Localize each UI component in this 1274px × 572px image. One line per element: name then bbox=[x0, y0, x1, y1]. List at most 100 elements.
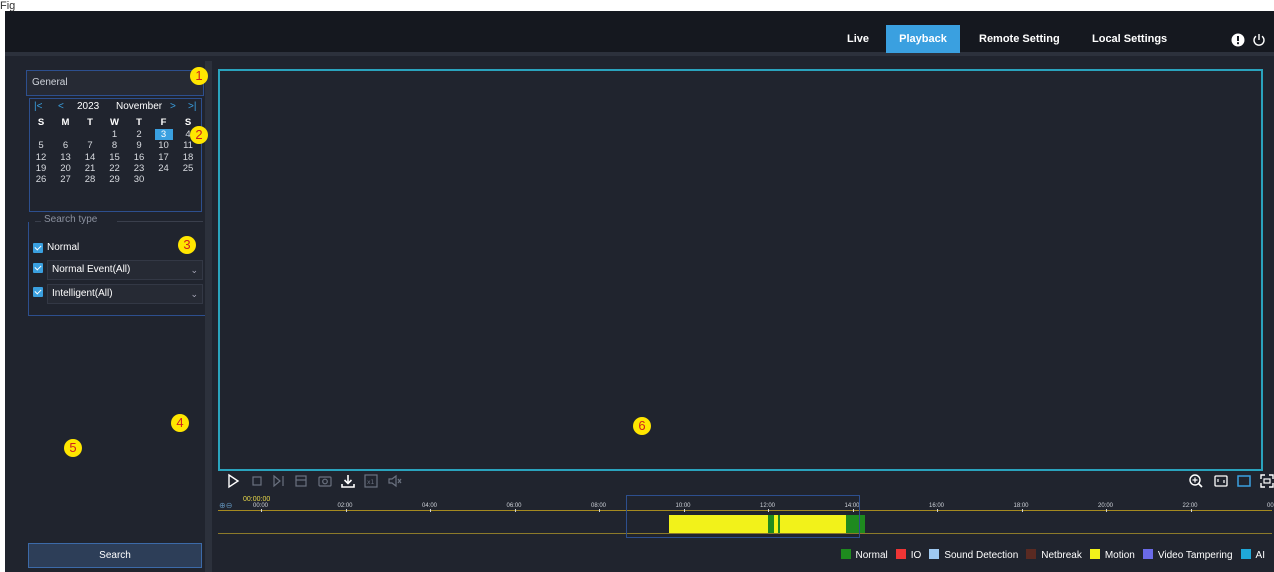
intelligent-checkbox[interactable] bbox=[33, 287, 43, 297]
prev-month-icon[interactable]: < bbox=[58, 101, 64, 112]
search-type-group: Search type Normal Normal Event(All) ⌄ I… bbox=[28, 214, 206, 316]
legend-item: Netbreak bbox=[1026, 549, 1082, 561]
prev-year-icon[interactable]: |< bbox=[34, 101, 42, 112]
timeline-tick-mark bbox=[261, 509, 262, 512]
legend-item: IO bbox=[895, 549, 922, 561]
legend-swatch bbox=[1026, 549, 1037, 559]
window-icon[interactable] bbox=[1236, 473, 1252, 489]
legend-label: Motion bbox=[1104, 550, 1135, 561]
weekday-header: W bbox=[110, 117, 119, 128]
calendar-day[interactable]: 17 bbox=[155, 152, 173, 163]
legend-label: Normal bbox=[855, 550, 888, 561]
legend-swatch bbox=[840, 549, 851, 559]
calendar-day[interactable]: 26 bbox=[32, 174, 50, 185]
mute-icon[interactable] bbox=[387, 473, 403, 489]
tab-local-settings[interactable]: Local Settings bbox=[1092, 25, 1172, 53]
intelligent-select[interactable]: Intelligent(All) ⌄ bbox=[47, 284, 203, 304]
legend-swatch bbox=[895, 549, 906, 559]
playback-timeline[interactable]: ⊕⊖ 00:00:00 00:00 02:00 04:00 06:00 08:00 10:… bbox=[218, 493, 1274, 572]
calendar-day[interactable]: 30 bbox=[130, 174, 148, 185]
next-year-icon[interactable]: >| bbox=[188, 101, 196, 112]
calendar-day[interactable]: 28 bbox=[81, 174, 99, 185]
calendar-day[interactable]: 6 bbox=[57, 140, 75, 151]
calendar-day[interactable]: 8 bbox=[106, 140, 124, 151]
recording-type-legend: Normal IO Sound Detection Netbreak Motion Vid… bbox=[833, 549, 1265, 563]
fullscreen-icon[interactable] bbox=[1259, 473, 1274, 489]
normal-event-select[interactable]: Normal Event(All) ⌄ bbox=[47, 260, 203, 280]
calendar-day[interactable]: 27 bbox=[57, 174, 75, 185]
tab-live[interactable]: Live bbox=[847, 25, 877, 53]
calendar-day[interactable]: 25 bbox=[179, 163, 197, 174]
zoom-out-icon[interactable]: ⊖ bbox=[226, 501, 233, 510]
timeline-tick-mark bbox=[1021, 509, 1023, 512]
weekday-header: M bbox=[61, 117, 70, 128]
weekday-header: T bbox=[87, 117, 93, 128]
weekday-header: F bbox=[160, 117, 167, 128]
general-selector[interactable]: General bbox=[26, 70, 204, 96]
timeline-tick-mark bbox=[937, 509, 938, 512]
next-month-icon[interactable]: > bbox=[170, 101, 176, 112]
calendar-day[interactable]: 12 bbox=[32, 152, 50, 163]
calendar-day[interactable]: 1 bbox=[106, 129, 124, 140]
weekday-header: S bbox=[37, 117, 45, 128]
search-type-title: Search type bbox=[41, 214, 101, 225]
tab-playback[interactable]: Playback bbox=[886, 25, 960, 53]
legend-swatch bbox=[1240, 549, 1251, 559]
calendar-day[interactable]: 29 bbox=[106, 174, 124, 185]
snapshot-icon[interactable] bbox=[317, 473, 333, 489]
legend-swatch bbox=[1142, 549, 1153, 559]
chevron-down-icon: ⌄ bbox=[190, 265, 198, 275]
normal-event-checkbox[interactable] bbox=[33, 263, 43, 273]
calendar-day[interactable]: 22 bbox=[106, 163, 124, 174]
calendar-day[interactable]: 15 bbox=[106, 152, 124, 163]
legend-label: IO bbox=[910, 550, 922, 561]
calendar-day[interactable]: 9 bbox=[130, 140, 148, 151]
next-frame-icon[interactable] bbox=[271, 473, 287, 489]
calendar-day[interactable]: 21 bbox=[81, 163, 99, 174]
timeline-tick-mark bbox=[1190, 509, 1192, 512]
download-icon[interactable] bbox=[340, 473, 356, 489]
calendar-year: 2023 bbox=[77, 101, 100, 112]
svg-text:x1: x1 bbox=[367, 479, 375, 486]
power-icon[interactable] bbox=[1252, 33, 1266, 47]
legend-label: AI bbox=[1255, 550, 1265, 561]
calendar-day[interactable]: 18 bbox=[179, 152, 197, 163]
aspect-icon[interactable] bbox=[1213, 473, 1229, 489]
tab-remote-setting[interactable]: Remote Setting bbox=[979, 25, 1069, 53]
callout-5: 5 bbox=[64, 439, 82, 457]
timeline-tick-mark bbox=[430, 509, 431, 512]
calendar-day[interactable]: 10 bbox=[155, 140, 173, 151]
calendar-day[interactable]: 14 bbox=[81, 152, 99, 163]
legend-label: Netbreak bbox=[1041, 550, 1082, 561]
calendar-day[interactable]: 16 bbox=[130, 152, 148, 163]
calendar-day[interactable]: 5 bbox=[32, 140, 50, 151]
zoom-in-icon[interactable] bbox=[1188, 473, 1204, 489]
calendar-day[interactable]: 7 bbox=[81, 140, 99, 151]
calendar-day[interactable]: 20 bbox=[57, 163, 75, 174]
calendar-header: |< < 2023 November > >| bbox=[30, 101, 201, 115]
timeline-selection bbox=[626, 495, 860, 538]
divider bbox=[117, 221, 203, 222]
calendar-day[interactable]: 2 bbox=[130, 129, 148, 140]
timeline-tick-mark bbox=[514, 509, 516, 512]
video-player[interactable] bbox=[218, 69, 1263, 471]
legend-swatch bbox=[929, 549, 940, 559]
clip-icon[interactable] bbox=[294, 473, 310, 489]
calendar-day[interactable]: 23 bbox=[130, 163, 148, 174]
calendar-day[interactable]: 13 bbox=[57, 152, 75, 163]
search-button[interactable]: Search bbox=[28, 543, 202, 568]
alert-icon[interactable] bbox=[1231, 33, 1245, 47]
normal-event-value: Normal Event(All) bbox=[52, 264, 131, 275]
search-sidebar: General |< < 2023 November > >| SMTWTFS1… bbox=[24, 69, 206, 568]
calendar-day[interactable]: 24 bbox=[155, 163, 173, 174]
zoom-out-icon[interactable]: ⊕ bbox=[219, 501, 226, 510]
calendar-day-selected[interactable]: 3 bbox=[154, 129, 173, 141]
weekday-header: T bbox=[136, 117, 142, 128]
calendar-day[interactable]: 19 bbox=[32, 163, 50, 174]
calendar: |< < 2023 November > >| SMTWTFS123456789… bbox=[29, 98, 202, 212]
normal-checkbox[interactable] bbox=[33, 243, 43, 253]
chevron-down-icon: ⌄ bbox=[190, 289, 198, 299]
speed-icon[interactable]: x1 bbox=[363, 473, 379, 489]
stop-icon[interactable] bbox=[249, 473, 265, 489]
play-icon[interactable] bbox=[225, 473, 241, 489]
